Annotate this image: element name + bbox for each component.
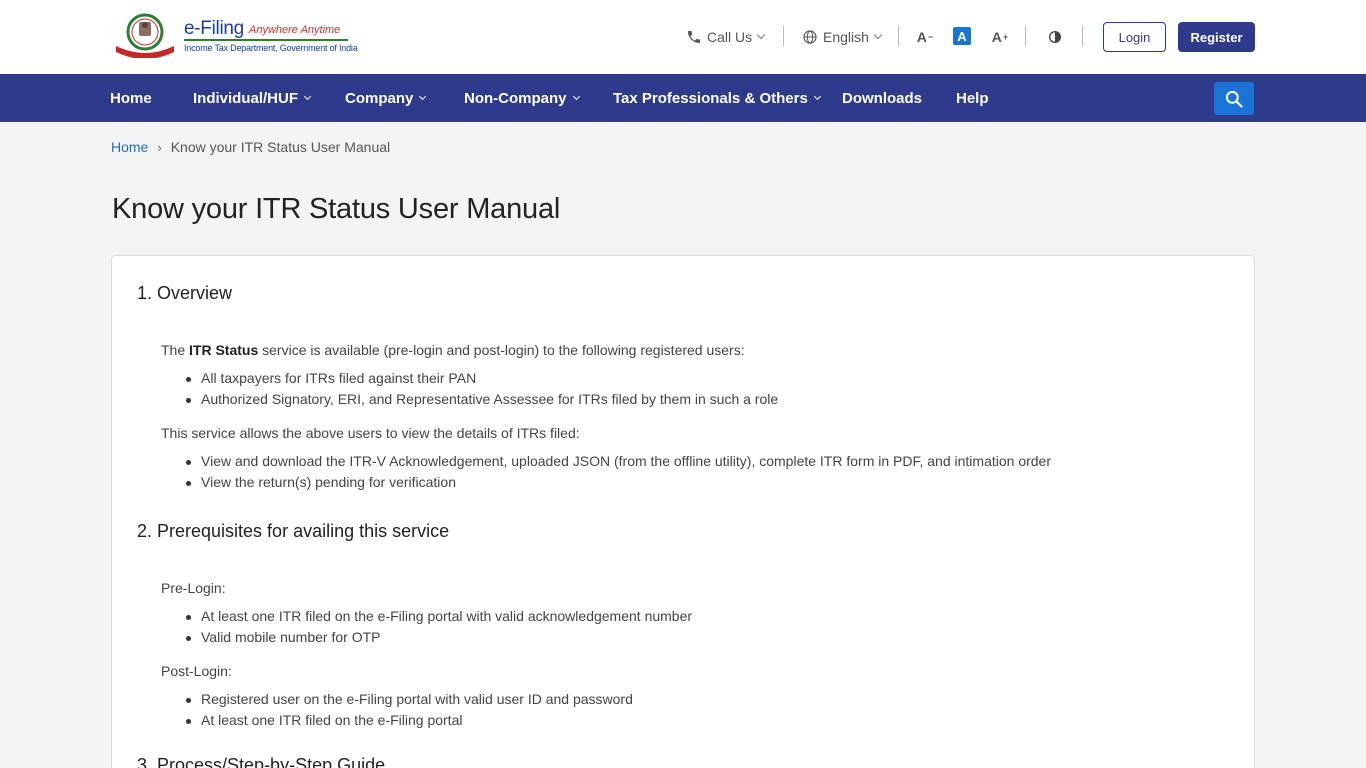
globe-icon [803,30,817,44]
e-filing-logo[interactable]: e-Filing Anywhere Anytime Income Tax Dep… [112,12,358,62]
intro-text: The [161,342,190,358]
chevron-down-icon [813,92,821,100]
post-login-list: Registered user on the e-Filing portal w… [183,689,633,731]
plus-icon: + [1002,32,1009,42]
chevron-down-icon [303,92,312,100]
font-normal-label: A [957,28,967,44]
nav-item-non-company[interactable]: Non-Company [464,74,580,122]
emblem-icon [116,13,174,58]
divider [783,26,784,46]
search-button[interactable] [1214,82,1254,115]
breadcrumb-home-link[interactable]: Home [111,139,148,155]
nav-item-home[interactable]: Home [110,74,152,122]
nav-item-downloads[interactable]: Downloads [842,74,922,122]
chevron-down-icon [756,30,766,40]
pre-login-label: Pre-Login: [161,580,226,596]
font-increase-button[interactable]: A + [990,27,1010,47]
list-item: Authorized Signatory, ERI, and Represent… [183,389,778,410]
list-item: Registered user on the e-Filing portal w… [183,689,633,710]
font-normal-button[interactable]: A [953,27,971,45]
list-item: Valid mobile number for OTP [183,627,692,648]
breadcrumb-current: Know your ITR Status User Manual [170,139,391,155]
font-decrease-button[interactable]: A − [915,27,935,47]
register-button[interactable]: Register [1178,22,1255,52]
font-increase-label: A [991,29,1002,45]
font-decrease-label: A [916,29,927,45]
call-us-dropdown[interactable]: Call Us [686,22,766,52]
phone-icon [688,31,700,43]
logo-title: e-Filing [184,18,244,39]
pre-login-list: At least one ITR filed on the e-Filing p… [183,606,692,648]
nav-label: Downloads [842,89,923,107]
language-dropdown[interactable]: English [802,22,883,52]
breadcrumb: Home › Know your ITR Status User Manual [111,139,390,155]
chevron-down-icon [419,92,427,100]
list-item: At least one ITR filed on the e-Filing p… [183,710,633,731]
login-button[interactable]: Login [1103,22,1166,52]
section-heading-process: 3. Process/Step-by-Step Guide [137,755,386,768]
minus-icon: − [927,32,934,42]
search-icon [1225,90,1243,108]
nav-label: Home [110,89,152,107]
post-login-label: Post-Login: [161,663,232,679]
main-nav: Home Individual/HUF Company Non-Company … [0,74,1366,122]
call-us-label: Call Us [707,29,753,45]
chevron-down-icon [572,92,580,100]
nav-item-tax-professionals[interactable]: Tax Professionals & Others [613,74,821,122]
contrast-icon [1049,31,1061,43]
contrast-toggle-button[interactable] [1045,27,1065,47]
overview-para: This service allows the above users to v… [161,425,580,441]
list-item: View the return(s) pending for verificat… [183,472,1051,493]
content-card: 1. Overview The ITR Status service is av… [111,255,1255,768]
nav-item-individual-huf[interactable]: Individual/HUF [193,74,312,122]
overview-intro: The ITR Status service is available (pre… [161,342,745,358]
section-heading-overview: 1. Overview [137,283,233,303]
intro-bold-text: ITR Status [189,342,259,358]
logo-subtitle: Income Tax Department, Government of Ind… [184,43,358,53]
list-item: At least one ITR filed on the e-Filing p… [183,606,692,627]
nav-label: Company [345,89,414,107]
list-item: All taxpayers for ITRs filed against the… [183,368,778,389]
intro-text: service is available (pre-login and post… [258,342,745,358]
chevron-down-icon [873,30,883,40]
divider [898,26,899,46]
divider [1025,26,1026,46]
nav-item-help[interactable]: Help [956,74,989,122]
section-heading-prerequisites: 2. Prerequisites for availing this servi… [137,521,450,541]
page-title: Know your ITR Status User Manual [112,193,561,225]
nav-label: Tax Professionals & Others [613,89,808,107]
divider [1082,26,1083,46]
nav-label: Individual/HUF [193,89,298,107]
language-label: English [823,29,869,45]
nav-label: Non-Company [464,89,567,107]
nav-item-company[interactable]: Company [345,74,427,122]
overview-users-list: All taxpayers for ITRs filed against the… [183,368,778,410]
chevron-right-icon: › [157,139,162,155]
logo-tagline: Anywhere Anytime [249,24,341,36]
nav-label: Help [956,89,989,107]
logo-underline [184,39,348,41]
overview-features-list: View and download the ITR-V Acknowledgem… [183,451,1051,493]
site-header: e-Filing Anywhere Anytime Income Tax Dep… [0,0,1366,74]
list-item: View and download the ITR-V Acknowledgem… [183,451,1051,472]
